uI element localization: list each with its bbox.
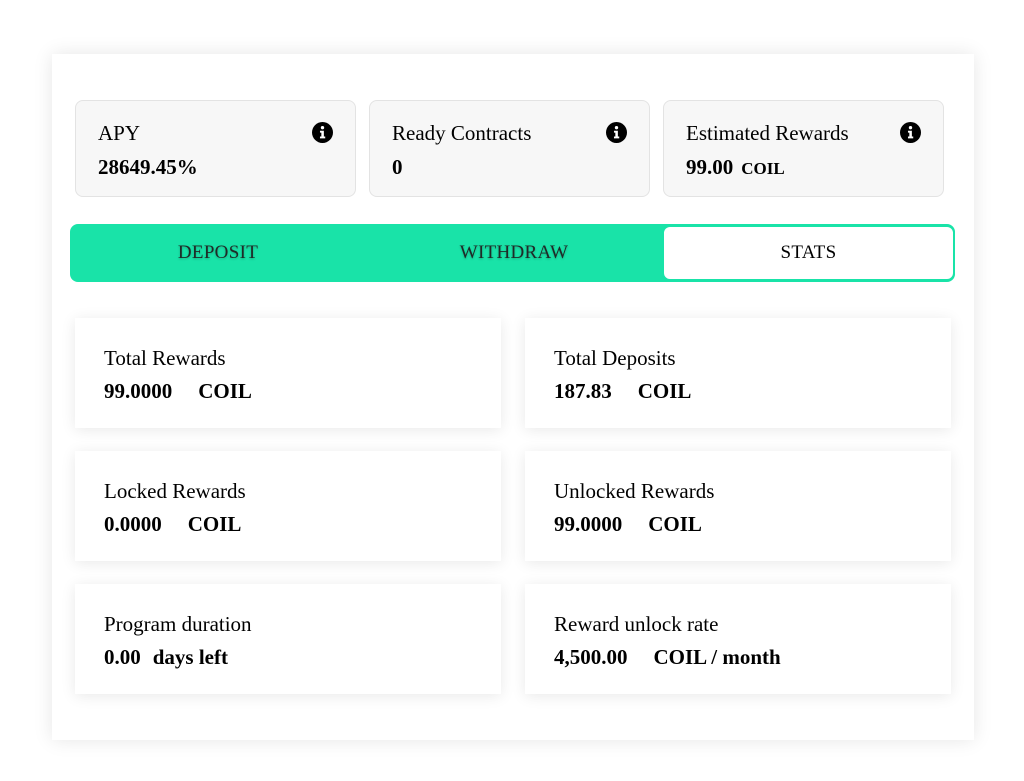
- estimated-rewards-value-row: 99.00 COIL: [686, 155, 785, 181]
- total-rewards-value-row: 99.0000 COIL: [104, 379, 252, 403]
- summary-cards: APY 28649.45% Ready Contracts 0 Estimate…: [75, 100, 944, 197]
- estimated-rewards-value: 99.00: [686, 155, 734, 179]
- tab-stats[interactable]: STATS: [662, 225, 955, 281]
- locked-rewards-card: Locked Rewards 0.0000 COIL: [75, 451, 501, 561]
- estimated-rewards-label: Estimated Rewards: [686, 121, 849, 145]
- program-duration-value-row: 0.00 days left: [104, 645, 228, 669]
- unlocked-rewards-card: Unlocked Rewards 99.0000 COIL: [525, 451, 951, 561]
- ready-contracts-card: Ready Contracts 0: [369, 100, 650, 197]
- staking-panel: APY 28649.45% Ready Contracts 0 Estimate…: [52, 54, 974, 740]
- program-duration-value: 0.00: [104, 645, 141, 669]
- info-icon[interactable]: [606, 122, 627, 143]
- total-deposits-unit: COIL: [637, 379, 692, 403]
- program-duration-unit: days left: [152, 645, 228, 669]
- tab-withdraw[interactable]: WITHDRAW: [366, 224, 662, 282]
- total-deposits-label: Total Deposits: [554, 346, 676, 370]
- total-rewards-label: Total Rewards: [104, 346, 226, 370]
- locked-rewards-value: 0.0000: [104, 512, 162, 536]
- apy-value: 28649.45%: [98, 155, 198, 179]
- program-duration-label: Program duration: [104, 612, 252, 636]
- info-icon[interactable]: [312, 122, 333, 143]
- total-rewards-value: 99.0000: [104, 379, 173, 403]
- estimated-rewards-unit: COIL: [741, 159, 785, 178]
- apy-card: APY 28649.45%: [75, 100, 356, 197]
- locked-rewards-unit: COIL: [187, 512, 242, 536]
- reward-unlock-rate-label: Reward unlock rate: [554, 612, 719, 636]
- reward-unlock-rate-value-row: 4,500.00 COIL / month: [554, 645, 781, 669]
- program-duration-card: Program duration 0.00 days left: [75, 584, 501, 694]
- apy-label: APY: [98, 121, 141, 145]
- unlocked-rewards-value-row: 99.0000 COIL: [554, 512, 702, 536]
- info-icon[interactable]: [900, 122, 921, 143]
- total-rewards-unit: COIL: [198, 379, 252, 403]
- total-deposits-card: Total Deposits 187.83 COIL: [525, 318, 951, 428]
- total-deposits-value: 187.83: [554, 379, 612, 403]
- unlocked-rewards-value: 99.0000: [554, 512, 623, 536]
- tab-deposit[interactable]: DEPOSIT: [70, 224, 366, 282]
- estimated-rewards-card: Estimated Rewards 99.00 COIL: [663, 100, 944, 197]
- ready-contracts-label: Ready Contracts: [392, 121, 532, 145]
- stats-grid: Total Rewards 99.0000 COIL Total Deposits…: [75, 318, 951, 694]
- reward-unlock-rate-value: 4,500.00: [554, 645, 628, 669]
- total-rewards-card: Total Rewards 99.0000 COIL: [75, 318, 501, 428]
- reward-unlock-rate-card: Reward unlock rate 4,500.00 COIL / month: [525, 584, 951, 694]
- ready-contracts-value: 0: [392, 155, 403, 179]
- unlocked-rewards-unit: COIL: [648, 512, 702, 536]
- tab-bar: DEPOSIT WITHDRAW STATS: [70, 224, 955, 282]
- locked-rewards-label: Locked Rewards: [104, 479, 246, 503]
- unlocked-rewards-label: Unlocked Rewards: [554, 479, 715, 503]
- total-deposits-value-row: 187.83 COIL: [554, 379, 691, 403]
- reward-unlock-rate-unit: COIL / month: [653, 645, 781, 669]
- locked-rewards-value-row: 0.0000 COIL: [104, 512, 241, 536]
